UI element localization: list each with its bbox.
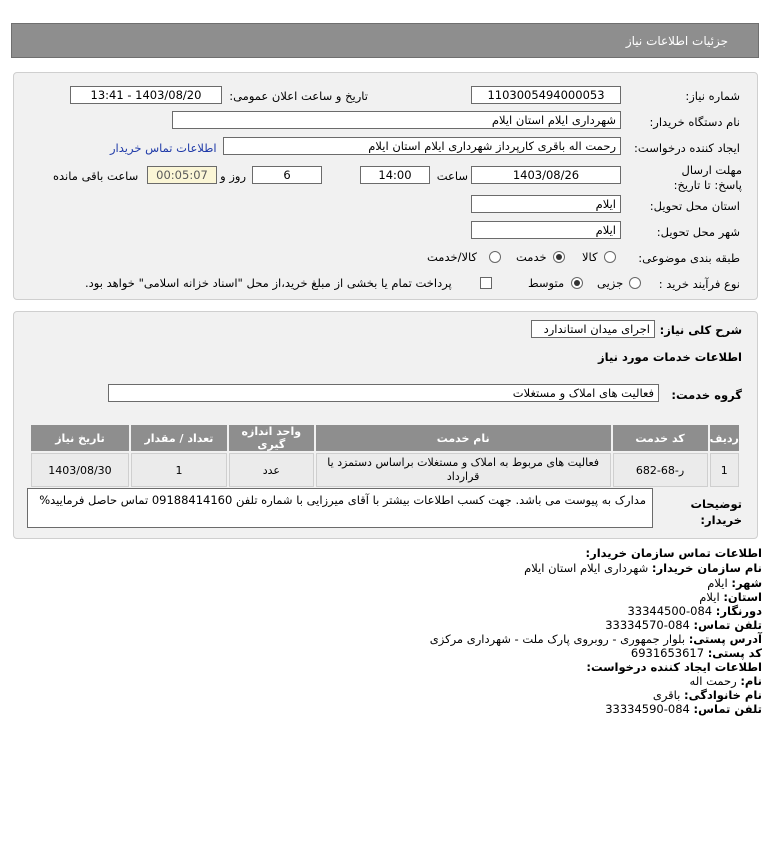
contact-phone: تلفن تماس: 084-33334570 [605,618,762,632]
province-label: استان محل تحویل: [649,199,740,213]
contact-postal: کد پستی: 6931653617 [630,646,762,660]
buyer-notes-label: توضیحات خریدار: [690,497,743,527]
services-heading: اطلاعات خدمات مورد نیاز [598,350,742,364]
creator-last-name: نام خانوادگی: باقری [652,688,762,702]
col-date: تاریخ نیاز [31,425,129,451]
buyer-org-label: نام دستگاه خریدار: [649,115,740,129]
cell-row: 1 [709,453,739,487]
contact-org: نام سازمان خریدار: شهرداری ایلام استان ا… [524,561,762,575]
treasury-checkbox[interactable] [480,277,492,289]
need-number-field[interactable]: 1103005494000053 [471,86,621,104]
cell-code: ر-68-682 [612,453,708,487]
deadline-time-field[interactable]: 14:00 [360,166,430,184]
remaining-label: ساعت باقی مانده [53,169,139,183]
category-radio-service[interactable] [553,251,565,263]
buyer-contact-link[interactable]: اطلاعات تماس خریدار [110,141,217,155]
page: { "header": { "title": "جزئیات اطلاعات ن… [0,0,770,845]
col-unit: واحد اندازه گیری [228,425,314,451]
requester-label: ایجاد کننده درخواست: [634,141,740,155]
creator-heading: اطلاعات ایجاد کننده درخواست: [586,660,762,674]
days-remaining-field[interactable]: 6 [252,166,322,184]
days-label: روز و [220,169,246,183]
service-group-label: گروه خدمت: [671,388,742,402]
contact-city: شهر: ایلام [707,576,762,590]
time-label: ساعت [436,169,468,183]
deadline-label: مهلت ارسال پاسخ: تا تاریخ: [673,163,742,192]
cell-unit: عدد [228,453,314,487]
contact-province: استان: ایلام [699,590,762,604]
cell-qty: 1 [130,453,227,487]
treasury-text: پرداخت تمام یا بخشی از مبلغ خرید،از محل … [85,276,452,290]
creator-first-name: نام: رحمت اله [689,674,762,688]
cell-date: 1403/08/30 [31,453,129,487]
page-title: جزئیات اطلاعات نیاز [625,34,728,48]
category-label: طبقه بندی موضوعی: [638,251,740,265]
table-row: 1 ر-68-682 فعالیت های مربوط به املاک و م… [31,453,739,487]
category-radio-goods[interactable] [604,251,616,263]
remaining-time-field: 00:05:07 [147,166,217,184]
deadline-date-field[interactable]: 1403/08/26 [471,166,621,184]
city-label: شهر محل تحویل: [656,225,740,239]
contact-address: آدرس پستی: بلوار جمهوری - روبروی پارک مل… [429,632,762,646]
col-name: نام خدمت [315,425,611,451]
province-field[interactable]: ایلام [471,195,621,213]
buyer-notes-field: مدارک به پیوست می باشد. جهت کسب اطلاعات … [27,488,653,528]
category-radio-goods-service[interactable] [489,251,501,263]
buyer-org-field[interactable]: شهرداری ایلام استان ایلام [172,111,621,129]
cell-name: فعالیت های مربوط به املاک و مستغلات براس… [315,453,611,487]
category-option-goods-service: کالا/خدمت [427,250,478,264]
service-group-field[interactable]: فعالیت های املاک و مستغلات [108,384,659,402]
services-table: ردیف کد خدمت نام خدمت واحد اندازه گیری ت… [29,423,741,489]
col-row: ردیف [709,425,739,451]
process-option-medium: متوسط [528,276,565,290]
contact-heading: اطلاعات تماس سازمان خریدار: [585,546,762,560]
process-label: نوع فرآیند خرید : [658,277,740,291]
page-header: جزئیات اطلاعات نیاز [11,23,759,58]
process-radio-medium[interactable] [571,277,583,289]
category-option-service: خدمت [516,250,547,264]
process-option-minor: جزیی [597,276,624,290]
need-number-label: شماره نیاز: [685,89,740,103]
need-info-panel [13,72,758,300]
requester-field[interactable]: رحمت اله باقری کارپرداز شهرداری ایلام اس… [223,137,621,155]
services-table-header: ردیف کد خدمت نام خدمت واحد اندازه گیری ت… [31,425,739,451]
process-radio-minor[interactable] [629,277,641,289]
contact-fax: دورنگار: 084-33344500 [627,604,762,618]
announce-datetime-field[interactable]: 1403/08/20 - 13:41 [70,86,222,104]
col-code: کد خدمت [612,425,708,451]
summary-field[interactable]: اجرای میدان استاندارد [531,320,655,338]
summary-label: شرح کلی نیاز: [659,323,742,337]
announce-label: تاریخ و ساعت اعلان عمومی: [229,89,368,103]
city-field[interactable]: ایلام [471,221,621,239]
creator-phone: تلفن تماس: 084-33334590 [605,702,762,716]
col-qty: تعداد / مقدار [130,425,227,451]
category-option-goods: کالا [582,250,598,264]
